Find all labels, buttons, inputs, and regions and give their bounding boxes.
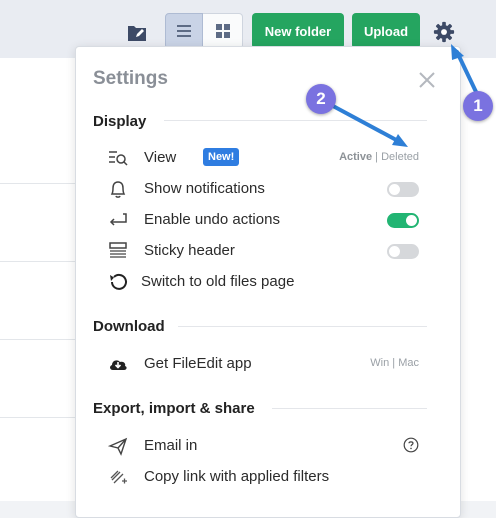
folder-edit-icon[interactable]	[124, 20, 150, 46]
undo-arrow-icon	[107, 210, 129, 230]
sticky-header-row: Sticky header	[93, 238, 427, 264]
settings-panel: Settings Display View New! Active | Dele…	[75, 46, 461, 518]
old-files-row[interactable]: Switch to old files page	[93, 269, 427, 295]
file-row-divider	[0, 339, 76, 340]
new-folder-button[interactable]: New folder	[252, 13, 344, 49]
copy-link-label: Copy link with applied filters	[144, 468, 330, 485]
link-filter-icon	[107, 467, 129, 487]
grid-icon	[215, 24, 230, 38]
callout-marker-1: 1	[463, 91, 493, 121]
email-in-row[interactable]: Email in	[93, 433, 427, 459]
section-divider	[272, 408, 427, 409]
old-files-label: Switch to old files page	[141, 273, 295, 290]
email-in-label: Email in	[144, 437, 198, 454]
help-icon[interactable]	[403, 437, 419, 453]
file-row-divider	[0, 183, 76, 184]
mac-link[interactable]: Mac	[398, 357, 419, 369]
show-notifications-toggle[interactable]	[387, 182, 419, 197]
section-divider	[164, 120, 427, 121]
view-row: View New! Active | Deleted	[93, 145, 427, 171]
sticky-header-icon	[107, 241, 129, 261]
section-export: Export, import & share	[93, 400, 255, 417]
settings-gear-icon[interactable]	[430, 18, 458, 46]
new-badge: New!	[203, 148, 240, 166]
section-display: Display	[93, 113, 147, 130]
list-icon	[177, 25, 191, 37]
show-notifications-row: Show notifications	[93, 176, 427, 202]
paper-plane-icon	[107, 436, 129, 456]
sticky-header-toggle[interactable]	[387, 244, 419, 259]
list-view-button[interactable]	[165, 13, 203, 49]
enable-undo-toggle[interactable]	[387, 213, 419, 228]
close-icon[interactable]	[416, 69, 438, 91]
bell-icon	[107, 179, 129, 199]
get-app-label: Get FileEdit app	[144, 355, 252, 372]
view-search-icon	[107, 148, 129, 168]
grid-view-button[interactable]	[203, 13, 243, 49]
file-row-divider	[0, 417, 76, 418]
get-app-row: Get FileEdit app Win | Mac	[93, 351, 427, 377]
callout-marker-2: 2	[306, 84, 336, 114]
win-link[interactable]: Win	[370, 357, 389, 369]
sticky-header-label: Sticky header	[144, 242, 235, 259]
upload-button[interactable]: Upload	[352, 13, 420, 49]
enable-undo-row: Enable undo actions	[93, 207, 427, 233]
view-divider: |	[375, 151, 379, 163]
platform-divider: |	[392, 357, 396, 369]
section-divider	[178, 326, 427, 327]
enable-undo-label: Enable undo actions	[144, 211, 280, 228]
show-notifications-label: Show notifications	[144, 180, 265, 197]
refresh-icon	[107, 272, 129, 292]
view-label: View	[144, 149, 177, 166]
view-active-option[interactable]: Active	[339, 151, 372, 163]
panel-title: Settings	[93, 68, 168, 89]
view-mode-switch: Active | Deleted	[339, 151, 419, 163]
view-deleted-option[interactable]: Deleted	[381, 151, 419, 163]
cloud-download-icon	[107, 354, 129, 374]
copy-link-row[interactable]: Copy link with applied filters	[93, 464, 427, 490]
file-row-divider	[0, 261, 76, 262]
section-download: Download	[93, 318, 165, 335]
platform-links: Win | Mac	[370, 357, 419, 369]
